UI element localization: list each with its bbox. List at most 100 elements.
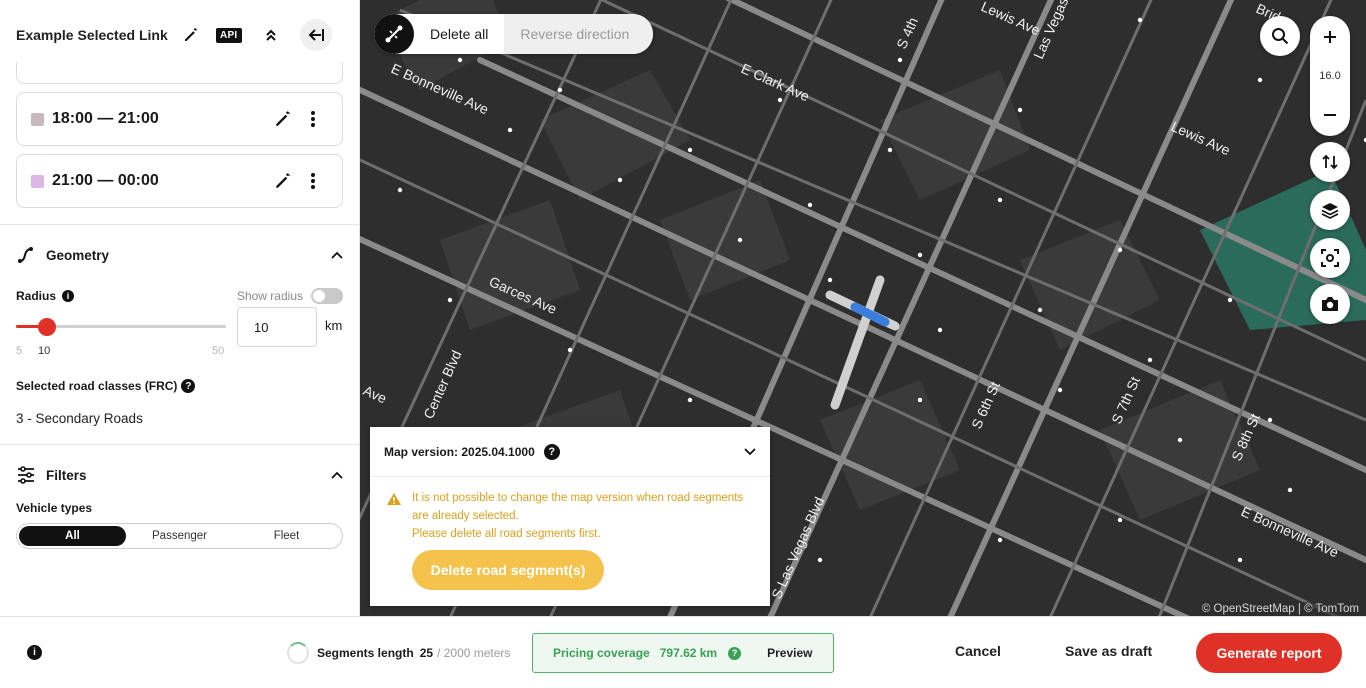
slider-min: 5 [16, 345, 23, 357]
app-root: Example Selected Link API 18:00 — 21:00 [0, 0, 1366, 688]
pricing-coverage: Pricing coverage 797.62 km ? Preview [532, 633, 834, 673]
time-slot-card[interactable]: 18:00 — 21:00 [16, 92, 343, 146]
chevron-up-icon [331, 251, 343, 259]
warning-line: are already selected. [412, 510, 519, 522]
edit-time-slot-button[interactable] [268, 166, 298, 196]
zoom-level: 16.0 [1319, 70, 1341, 82]
route-tool-button[interactable] [374, 14, 414, 54]
footer-bar: i Segments length 25 / 2000 meters Prici… [0, 616, 1366, 688]
search-icon [1272, 28, 1289, 45]
road-classes-label: Selected road classes (FRC) [16, 379, 178, 393]
sidebar-header: Example Selected Link API [0, 0, 359, 70]
radius-row: Radius i Show radius [0, 285, 359, 307]
warning-line: It is not possible to change the map ver… [412, 492, 744, 504]
sidebar: Example Selected Link API 18:00 — 21:00 [0, 0, 360, 616]
more-vertical-icon [311, 111, 315, 127]
cancel-button[interactable]: Cancel [955, 643, 1001, 659]
report-title: Example Selected Link [16, 27, 168, 43]
collapse-left-icon [308, 29, 324, 41]
collapse-sidebar-button[interactable] [299, 19, 332, 51]
show-radius-toggle[interactable] [311, 288, 343, 304]
time-slot-menu-button[interactable] [298, 104, 328, 134]
map-version-panel: Map version: 2025.04.1000 ? It is not po… [370, 427, 770, 606]
save-draft-button[interactable]: Save as draft [1065, 643, 1152, 659]
zoom-out-button[interactable] [1310, 100, 1350, 130]
radius-label: Radius [16, 289, 57, 303]
geometry-title: Geometry [46, 247, 110, 263]
slider-max: 50 [212, 345, 225, 357]
info-icon[interactable]: i [27, 645, 42, 660]
show-radius-label: Show radius [236, 289, 303, 303]
focus-button[interactable] [1310, 238, 1350, 278]
pencil-icon [276, 111, 290, 126]
pricing-value: 797.62 km [659, 646, 718, 660]
pencil-icon [276, 173, 290, 188]
map-version-header[interactable]: Map version: 2025.04.1000 ? [370, 427, 770, 477]
reverse-direction-button[interactable]: Reverse direction [504, 14, 654, 54]
road-classes-value: 3 - Secondary Roads [16, 411, 143, 426]
delete-road-segments-button[interactable]: Delete road segment(s) [412, 550, 604, 590]
road-classes-label-row: Selected road classes (FRC) ? [0, 375, 359, 397]
pencil-icon [184, 28, 197, 41]
vehicle-type-selector: All Passenger Fleet [16, 523, 343, 549]
sort-arrows-icon [1322, 154, 1338, 170]
sliders-icon [18, 466, 34, 484]
map-toolbar: Delete all Reverse direction [374, 14, 654, 54]
route-icon [385, 25, 403, 43]
focus-icon [1321, 249, 1339, 267]
map-version-label: Map version: 2025.04.1000 [384, 444, 535, 459]
map-view[interactable]: E Bonneville Ave E Clark Ave Lewis Ave L… [360, 0, 1366, 616]
screenshot-button[interactable] [1310, 284, 1350, 324]
question-icon[interactable]: ? [543, 443, 560, 460]
radius-slider-row: 5 10 50 10 km [0, 307, 359, 375]
radius-slider-handle[interactable] [38, 318, 56, 336]
delete-all-button[interactable]: Delete all [414, 14, 504, 54]
filters-title: Filters [46, 467, 87, 483]
sort-button[interactable] [1310, 142, 1350, 182]
chevron-down-icon [744, 447, 756, 455]
generate-report-button[interactable]: Generate report [1196, 633, 1342, 673]
question-icon[interactable]: ? [181, 379, 196, 393]
time-slot-color [31, 174, 44, 188]
search-button[interactable] [1260, 16, 1300, 56]
warning-text: It is not possible to change the map ver… [412, 489, 743, 543]
segments-length-label: Segments length [317, 646, 414, 660]
vehicle-option-fleet[interactable]: Fleet [233, 526, 340, 546]
progress-ring [287, 642, 309, 664]
radius-input[interactable]: 10 [237, 307, 317, 347]
camera-icon [1322, 297, 1338, 311]
zoom-control: 16.0 [1310, 16, 1350, 136]
segments-length: Segments length 25 / 2000 meters [287, 642, 510, 664]
more-vertical-icon [311, 173, 315, 189]
preview-button[interactable]: Preview [767, 646, 812, 660]
time-slot-label: 21:00 — 00:00 [52, 172, 159, 189]
vehicle-option-all[interactable]: All [19, 526, 126, 546]
time-slot-color [31, 112, 44, 126]
time-slot-card[interactable]: 21:00 — 00:00 [16, 154, 343, 208]
scroll-top-button[interactable] [256, 20, 286, 50]
zoom-in-button[interactable] [1310, 22, 1350, 52]
slider-value: 10 [38, 345, 51, 357]
edit-title-button[interactable] [176, 20, 206, 50]
api-button[interactable]: API [214, 20, 244, 50]
filters-section-header[interactable]: Filters [0, 445, 359, 505]
geometry-section-header[interactable]: Geometry [0, 225, 359, 285]
radius-unit: km [325, 318, 343, 333]
time-slot-menu-button[interactable] [298, 166, 328, 196]
edit-time-slot-button[interactable] [268, 104, 298, 134]
question-icon[interactable]: ? [728, 646, 742, 660]
minus-icon [1324, 114, 1336, 116]
layers-button[interactable] [1310, 190, 1350, 230]
map-version-warning: It is not possible to change the map ver… [370, 477, 770, 543]
segments-length-max: / 2000 meters [437, 646, 511, 660]
warning-line: Please delete all road segments first. [412, 528, 601, 540]
pricing-label: Pricing coverage [553, 646, 650, 660]
vehicle-option-passenger[interactable]: Passenger [126, 526, 233, 546]
info-icon[interactable]: i [62, 290, 75, 302]
map-attribution[interactable]: © OpenStreetMap | © TomTom [1198, 602, 1362, 616]
segments-length-value: 25 [419, 646, 434, 660]
warning-icon [387, 493, 401, 505]
geometry-icon [18, 247, 33, 263]
api-badge: API [215, 27, 242, 43]
time-slot-label: 18:00 — 21:00 [52, 110, 159, 127]
